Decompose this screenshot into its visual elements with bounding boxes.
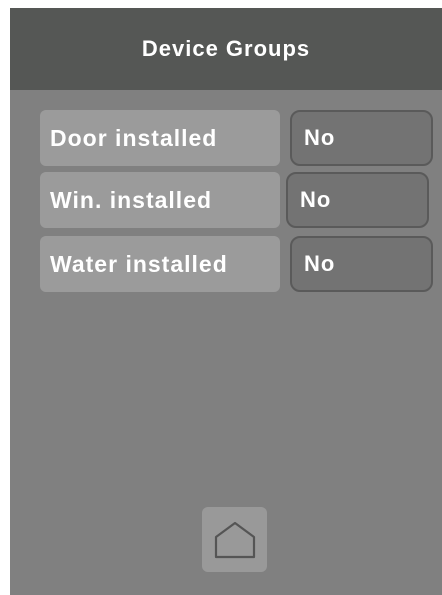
win-installed-label: Win. installed [50,186,213,213]
home-button[interactable] [202,507,267,572]
door-installed-row: Door installed No [10,110,442,170]
water-installed-label: Water installed [50,250,228,277]
home-icon [214,521,255,558]
win-installed-label-box: Win. installed [40,172,280,228]
win-installed-value: No [300,187,332,212]
water-installed-value: No [304,251,336,276]
win-installed-row: Win. installed No [10,172,442,232]
page-title: Device Groups [141,36,311,61]
water-installed-label-box: Water installed [40,236,280,292]
win-installed-value-button[interactable]: No [286,172,429,228]
door-installed-value: No [304,125,336,150]
device-groups-screen: Device Groups Door installed No Win. ins… [10,8,442,595]
water-installed-value-button[interactable]: No [290,236,433,292]
door-installed-value-button[interactable]: No [290,110,433,166]
water-installed-row: Water installed No [10,236,442,296]
door-installed-label: Door installed [50,124,218,151]
door-installed-label-box: Door installed [40,110,280,166]
title-bar: Device Groups [10,8,442,90]
